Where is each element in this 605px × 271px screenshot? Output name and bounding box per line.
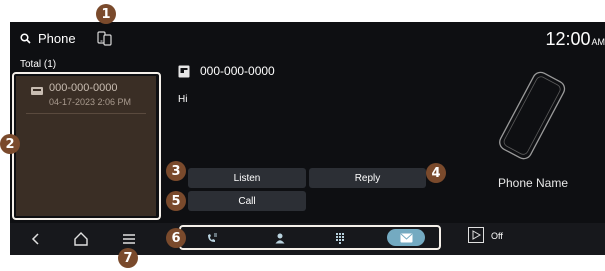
callout-1: 1 xyxy=(96,4,116,24)
callout-3: 3 xyxy=(166,161,186,181)
clock-time: 12:00 xyxy=(545,29,591,49)
tab-keypad[interactable] xyxy=(321,229,359,246)
callout-6: 6 xyxy=(166,228,186,248)
message-type-icon xyxy=(178,65,190,78)
callout-2: 2 xyxy=(0,134,20,154)
clock-ampm: AM xyxy=(591,37,605,47)
keypad-icon xyxy=(336,232,344,244)
tab-recents[interactable] xyxy=(193,229,231,246)
search-label: Phone xyxy=(38,31,76,46)
total-count: Total (1) xyxy=(20,59,57,70)
callout-7: 7 xyxy=(118,248,138,268)
highlight-frame-list xyxy=(12,72,161,220)
home-icon[interactable] xyxy=(71,229,91,249)
contacts-icon xyxy=(275,233,285,243)
phone-switch-icon[interactable] xyxy=(96,30,113,47)
phone-illustration xyxy=(499,71,566,160)
phone-tabs xyxy=(179,225,441,250)
search-icon xyxy=(20,33,31,44)
messages-icon xyxy=(400,233,412,242)
tab-contacts[interactable] xyxy=(261,229,299,246)
search-button[interactable]: Phone xyxy=(20,31,76,46)
listen-button[interactable]: Listen xyxy=(188,168,306,188)
media-status: Off xyxy=(491,231,503,241)
callout-4: 4 xyxy=(426,163,446,183)
menu-icon[interactable] xyxy=(119,229,139,249)
call-button[interactable]: Call xyxy=(188,191,306,211)
tab-messages[interactable] xyxy=(387,229,425,246)
recents-icon xyxy=(208,233,217,242)
callout-5: 5 xyxy=(166,191,186,211)
message-body: Hi xyxy=(178,94,188,105)
detail-number: 000-000-0000 xyxy=(200,64,275,78)
phone-screen: Phone 12:00AM Total (1) 000-000-0000 04-… xyxy=(10,22,605,255)
clock: 12:00AM xyxy=(545,29,605,50)
device-name: Phone Name xyxy=(497,176,569,190)
back-icon[interactable] xyxy=(26,229,46,249)
reply-button[interactable]: Reply xyxy=(309,168,426,188)
media-play-icon[interactable] xyxy=(468,227,484,243)
